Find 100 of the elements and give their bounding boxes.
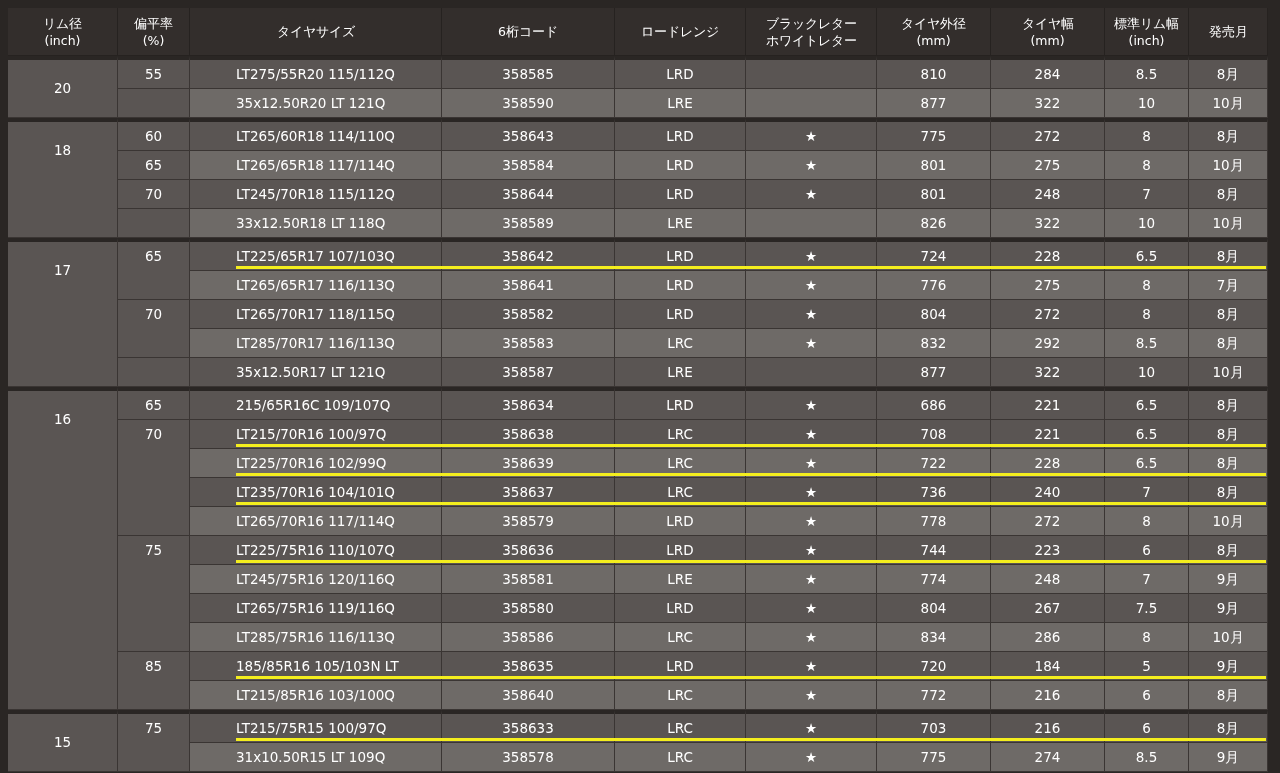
product-code-cell: 358582 — [442, 300, 615, 329]
outer-diameter-cell: 804 — [877, 594, 991, 623]
rim-diameter-cell: 15 — [8, 710, 118, 772]
tire-width-cell: 275 — [991, 271, 1105, 300]
load-range-cell: LRC — [615, 623, 746, 652]
aspect-ratio-cell: 60 — [118, 118, 190, 151]
tire-size-cell: LT285/75R16 116/113Q — [190, 623, 442, 652]
product-code-cell: 358589 — [442, 209, 615, 238]
product-code-cell: 358584 — [442, 151, 615, 180]
tire-size-cell: 35x12.50R20 LT 121Q — [190, 89, 442, 118]
tire-size-cell: LT285/70R17 116/113Q — [190, 329, 442, 358]
load-range-cell: LRD — [615, 56, 746, 89]
outer-diameter-cell: 772 — [877, 681, 991, 710]
release-month-cell: 10月 — [1189, 209, 1268, 238]
aspect-ratio-cell: 85 — [118, 652, 190, 710]
tire-width-cell: 275 — [991, 151, 1105, 180]
outer-diameter-cell: 877 — [877, 358, 991, 387]
load-range-cell: LRE — [615, 209, 746, 238]
rim-width-cell: 6 — [1105, 681, 1189, 710]
release-month-cell: 7月 — [1189, 271, 1268, 300]
rim-width-cell: 8.5 — [1105, 743, 1189, 772]
tire-width-cell: 272 — [991, 507, 1105, 536]
tire-size-cell: 33x12.50R18 LT 118Q — [190, 209, 442, 238]
tire-width-cell: 248 — [991, 180, 1105, 209]
tire-size-cell: LT215/85R16 103/100Q — [190, 681, 442, 710]
aspect-ratio-cell — [118, 89, 190, 118]
rim-width-cell: 8 — [1105, 151, 1189, 180]
aspect-ratio-cell: 65 — [118, 151, 190, 180]
rim-diameter-cell: 20 — [8, 56, 118, 118]
rim-width-cell: 7 — [1105, 180, 1189, 209]
tire-size-cell: LT245/70R18 115/112Q — [190, 180, 442, 209]
tire-width-cell: 292 — [991, 329, 1105, 358]
tire-size-cell: 31x10.50R15 LT 109Q — [190, 743, 442, 772]
release-month-cell: 10月 — [1189, 151, 1268, 180]
letter-star-cell: ★ — [746, 681, 877, 710]
tire-width-cell: 322 — [991, 209, 1105, 238]
letter-star-cell: ★ — [746, 387, 877, 420]
release-month-cell: 8月 — [1189, 681, 1268, 710]
letter-star-cell: ★ — [746, 565, 877, 594]
rim-width-cell: 8 — [1105, 118, 1189, 151]
rim-width-cell: 8 — [1105, 300, 1189, 329]
load-range-cell: LRC — [615, 681, 746, 710]
release-month-cell: 9月 — [1189, 743, 1268, 772]
column-header: タイヤサイズ — [190, 8, 442, 56]
product-code-cell: 358583 — [442, 329, 615, 358]
rim-diameter-cell: 18 — [8, 118, 118, 238]
load-range-cell: LRD — [615, 180, 746, 209]
column-header: タイヤ幅 (mm) — [991, 8, 1105, 56]
outer-diameter-cell: 877 — [877, 89, 991, 118]
aspect-ratio-cell: 65 — [118, 238, 190, 300]
load-range-cell: LRD — [615, 151, 746, 180]
load-range-cell: LRD — [615, 118, 746, 151]
aspect-ratio-cell: 75 — [118, 536, 190, 652]
rim-width-cell: 10 — [1105, 209, 1189, 238]
release-month-cell: 9月 — [1189, 594, 1268, 623]
release-month-cell: 8月 — [1189, 387, 1268, 420]
release-month-cell: 8月 — [1189, 118, 1268, 151]
release-month-cell: 8月 — [1189, 56, 1268, 89]
release-month-cell: 10月 — [1189, 507, 1268, 536]
letter-star-cell: ★ — [746, 623, 877, 652]
column-header: 偏平率 (%) — [118, 8, 190, 56]
tire-width-cell: 221 — [991, 387, 1105, 420]
product-code-cell: 358634 — [442, 387, 615, 420]
aspect-ratio-cell: 70 — [118, 420, 190, 536]
outer-diameter-cell: 686 — [877, 387, 991, 420]
letter-star-cell: ★ — [746, 743, 877, 772]
outer-diameter-cell: 834 — [877, 623, 991, 652]
outer-diameter-cell: 775 — [877, 743, 991, 772]
letter-star-cell: ★ — [746, 118, 877, 151]
load-range-cell: LRD — [615, 594, 746, 623]
tire-width-cell: 216 — [991, 681, 1105, 710]
product-code-cell: 358579 — [442, 507, 615, 536]
product-code-cell: 358644 — [442, 180, 615, 209]
rim-width-cell: 8.5 — [1105, 329, 1189, 358]
product-code-cell: 358643 — [442, 118, 615, 151]
product-code-cell: 358640 — [442, 681, 615, 710]
column-header: ブラックレター ホワイトレター — [746, 8, 877, 56]
tire-size-cell: LT275/55R20 115/112Q — [190, 56, 442, 89]
aspect-ratio-cell: 55 — [118, 56, 190, 89]
aspect-ratio-cell: 70 — [118, 180, 190, 209]
load-range-cell: LRE — [615, 89, 746, 118]
column-header: 6桁コード — [442, 8, 615, 56]
tire-width-cell: 248 — [991, 565, 1105, 594]
tire-size-cell: LT265/65R18 117/114Q — [190, 151, 442, 180]
column-header: 標準リム幅 (inch) — [1105, 8, 1189, 56]
rim-width-cell: 10 — [1105, 89, 1189, 118]
tire-size-cell: LT265/70R16 117/114Q — [190, 507, 442, 536]
load-range-cell: LRC — [615, 329, 746, 358]
product-code-cell: 358586 — [442, 623, 615, 652]
load-range-cell: LRE — [615, 358, 746, 387]
outer-diameter-cell: 832 — [877, 329, 991, 358]
rim-width-cell: 8 — [1105, 623, 1189, 652]
tire-size-cell: LT245/75R16 120/116Q — [190, 565, 442, 594]
product-code-cell: 358590 — [442, 89, 615, 118]
tire-size-cell: LT265/65R17 116/113Q — [190, 271, 442, 300]
tire-width-cell: 286 — [991, 623, 1105, 652]
column-header: リム径 (inch) — [8, 8, 118, 56]
release-month-cell: 8月 — [1189, 180, 1268, 209]
letter-star-cell: ★ — [746, 329, 877, 358]
load-range-cell: LRD — [615, 300, 746, 329]
